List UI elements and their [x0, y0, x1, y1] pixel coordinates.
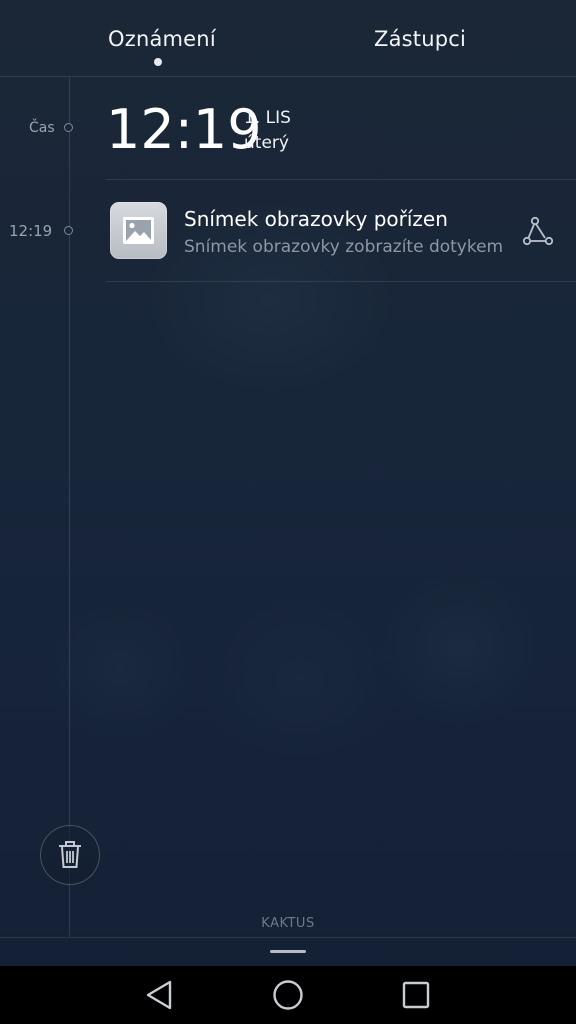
timeline-label-notification-time: 12:19	[9, 222, 53, 240]
notification-shade: Oznámení Zástupci Čas 12:19 12:19 1. LIS…	[0, 0, 576, 1024]
recents-square-icon	[402, 981, 430, 1009]
row-divider	[106, 281, 576, 282]
share-button[interactable]	[516, 210, 560, 254]
notification-title: Snímek obrazovky pořízen	[184, 207, 448, 231]
timeline-dot	[64, 123, 73, 132]
recents-button[interactable]	[396, 975, 436, 1015]
share-icon	[522, 216, 554, 246]
drag-handle[interactable]	[270, 950, 306, 953]
clock-date: 1. LIS	[244, 108, 291, 128]
back-triangle-icon	[146, 980, 172, 1010]
notification-screenshot-taken[interactable]: Snímek obrazovky pořízen Snímek obrazovk…	[106, 180, 576, 281]
active-tab-indicator	[154, 58, 162, 66]
tab-shortcuts[interactable]: Zástupci	[374, 27, 466, 51]
tab-notifications[interactable]: Oznámení	[108, 27, 216, 51]
timeline-dot	[64, 226, 73, 235]
clear-all-button[interactable]	[40, 825, 100, 885]
navigation-bar	[0, 966, 576, 1024]
image-icon	[110, 202, 167, 259]
bottom-divider	[0, 937, 576, 938]
home-circle-icon	[273, 980, 303, 1010]
home-button[interactable]	[268, 975, 308, 1015]
clock-time: 12:19	[106, 98, 262, 161]
trash-icon	[59, 841, 81, 868]
carrier-label: KAKTUS	[261, 916, 315, 931]
back-button[interactable]	[140, 975, 180, 1015]
clock-weekday: úterý	[244, 133, 289, 153]
timeline-label-time: Čas	[29, 120, 55, 136]
timeline-line	[69, 77, 70, 937]
notification-text: Snímek obrazovky zobrazíte dotykem	[184, 237, 504, 257]
tabs-divider	[0, 76, 576, 77]
shade-tabs: Oznámení Zástupci	[0, 0, 576, 76]
